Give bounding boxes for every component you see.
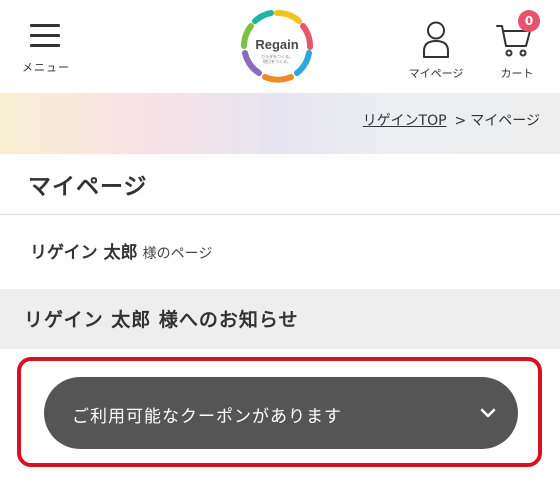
site-header: メニュー Regain カラダをつくる。 明日をつくる。 マイページ 0 カート — [0, 0, 560, 93]
mypage-label: マイページ — [408, 67, 464, 80]
coupon-available-button[interactable]: ご利用可能なクーポンがあります — [44, 377, 518, 449]
greeting-suffix: 様のページ — [142, 246, 213, 262]
user-icon — [423, 21, 449, 58]
cart-label: カート — [500, 67, 534, 80]
notice-header: リゲイン 太郎 様へのお知らせ — [0, 289, 560, 349]
hamburger-icon — [30, 24, 60, 48]
user-greeting: リゲイン 太郎 様のページ — [30, 238, 212, 263]
title-divider — [0, 214, 560, 215]
breadcrumb-home-link[interactable]: リゲインTOP — [363, 113, 447, 129]
chevron-down-icon — [480, 408, 496, 418]
menu-button[interactable]: メニュー — [18, 18, 78, 78]
menu-label: メニュー — [22, 61, 70, 74]
breadcrumb-separator: > — [454, 113, 467, 129]
breadcrumb-band: リゲインTOP > マイページ — [0, 93, 560, 154]
regain-logo[interactable]: Regain カラダをつくる。 明日をつくる。 — [239, 9, 315, 83]
logo-wordmark: Regain — [255, 37, 299, 52]
coupon-label: ご利用可能なクーポンがあります — [72, 407, 342, 427]
breadcrumb: リゲインTOP > マイページ — [363, 110, 540, 130]
logo-tagline: カラダをつくる。 明日をつくる。 — [261, 54, 293, 64]
mypage-button[interactable]: マイページ — [400, 18, 472, 82]
greeting-user-name: リゲイン 太郎 — [30, 243, 138, 263]
cart-count-badge: 0 — [518, 10, 540, 32]
page-title: マイページ — [28, 174, 148, 200]
cart-button[interactable]: 0 カート — [486, 10, 548, 82]
breadcrumb-current: マイページ — [470, 113, 540, 129]
notice-title: リゲイン 太郎 様へのお知らせ — [24, 309, 299, 331]
